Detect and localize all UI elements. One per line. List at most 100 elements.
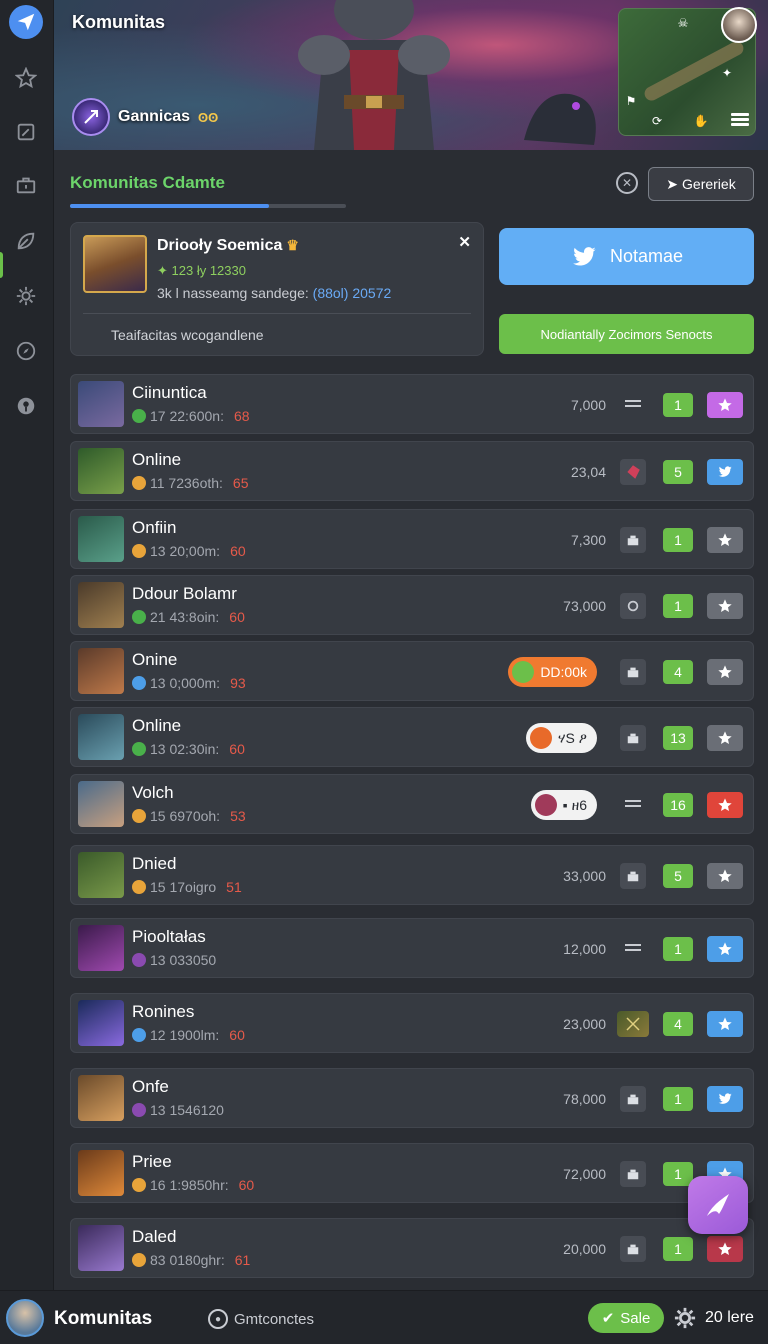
profile-sub-accent: (88оl) 20572 [312, 285, 392, 301]
star-icon[interactable] [9, 61, 43, 95]
guild-info[interactable]: Gannicas ʘʘ [72, 98, 218, 136]
chest-icon[interactable] [620, 725, 646, 751]
player-avatar[interactable] [721, 7, 757, 43]
member-portrait[interactable] [78, 1150, 124, 1196]
member-row[interactable]: Ronines 12 1900lm: 60 23,000 4 [70, 993, 754, 1053]
member-tag-pill[interactable]: DD:00k [508, 657, 597, 687]
ring-icon[interactable] [620, 593, 646, 619]
sale-button[interactable]: ✔ Sale [588, 1303, 664, 1333]
member-row[interactable]: Daled 83 0180ghr: 61 20,000 1 [70, 1218, 754, 1278]
member-row[interactable]: Volch 15 6970oh: 53 ▪ ዘ6 16 [70, 774, 754, 834]
member-count-badge[interactable]: 1 [663, 937, 693, 961]
member-count-badge[interactable]: 16 [663, 793, 693, 817]
compass-icon[interactable] [9, 334, 43, 368]
member-row[interactable]: Ddour Bolamr 21 43:8oin: 60 73,000 1 [70, 575, 754, 635]
member-portrait[interactable] [78, 448, 124, 494]
send-icon[interactable] [9, 5, 43, 39]
member-portrait[interactable] [78, 1075, 124, 1121]
edit-icon[interactable] [9, 115, 43, 149]
bird-icon [717, 1091, 733, 1107]
favorite-button[interactable] [707, 936, 743, 962]
member-portrait[interactable] [78, 648, 124, 694]
member-portrait[interactable] [78, 925, 124, 971]
pill-label: ▪ ዘ6 [562, 796, 587, 813]
favorite-button[interactable] [707, 392, 743, 418]
member-meta: 83 0180ghr: 61 [132, 1252, 250, 1268]
favorite-button[interactable] [707, 1236, 743, 1262]
contacts-link[interactable]: ● Gmtconctes [208, 1309, 314, 1329]
favorite-button[interactable] [707, 1011, 743, 1037]
profile-footer: Teaifacitas wcogandlene [111, 327, 264, 343]
member-row[interactable]: Priee 16 1:9850hr: 60 72,000 1 [70, 1143, 754, 1203]
member-row[interactable]: Onfe 13 1546120 78,000 1 [70, 1068, 754, 1128]
member-portrait[interactable] [78, 516, 124, 562]
share-twitter-button[interactable] [707, 459, 743, 485]
chest-icon[interactable] [620, 1236, 646, 1262]
member-row[interactable]: Onine 13 0;000m: 93 DD:00k 4 [70, 641, 754, 701]
menu-icon[interactable] [620, 392, 646, 418]
bottom-count: 20 lere [705, 1309, 754, 1326]
member-row[interactable]: Dnied 15 17oigro 51 33,000 5 [70, 845, 754, 905]
shard-icon[interactable] [617, 1011, 649, 1037]
member-row[interactable]: Ciinuntica 17 22:600n: 68 7,000 1 [70, 374, 754, 434]
member-row[interactable]: Online 11 7236oth: 65 23,04 5 [70, 441, 754, 501]
favorite-button[interactable] [707, 725, 743, 751]
member-tag-pill[interactable]: ሃS ዖ [526, 723, 597, 753]
gear-icon[interactable] [674, 1307, 696, 1329]
member-count-badge[interactable]: 1 [663, 1237, 693, 1261]
gem-icon[interactable] [620, 459, 646, 485]
chest-icon[interactable] [620, 1086, 646, 1112]
member-count-badge[interactable]: 13 [663, 726, 693, 750]
favorite-button[interactable] [707, 659, 743, 685]
refresh-icon[interactable]: ⟳ [649, 113, 665, 129]
hand-icon[interactable]: ✋ [693, 113, 709, 129]
profile-portrait[interactable] [83, 235, 147, 293]
member-count-badge[interactable]: 1 [663, 1087, 693, 1111]
member-row[interactable]: Online 13 02:30in: 60 ሃS ዖ 13 [70, 707, 754, 767]
member-count-badge[interactable]: 1 [663, 393, 693, 417]
menu-icon[interactable] [620, 792, 646, 818]
leaf-icon[interactable] [9, 224, 43, 258]
member-row[interactable]: Piooltałas 13 033050 12,000 1 [70, 918, 754, 978]
member-count-badge[interactable]: 5 [663, 460, 693, 484]
favorite-button[interactable] [707, 863, 743, 889]
briefcase-icon[interactable] [9, 168, 43, 202]
pin-icon[interactable] [9, 389, 43, 423]
member-row[interactable]: Onfiin 13 20;00m: 60 7,300 1 [70, 509, 754, 569]
member-portrait[interactable] [78, 1000, 124, 1046]
member-count-badge[interactable]: 5 [663, 864, 693, 888]
menu-icon[interactable] [620, 936, 646, 962]
member-portrait[interactable] [78, 381, 124, 427]
green-action-button[interactable]: Nodiantally Zocimors Senocts [499, 314, 754, 354]
share-twitter-button[interactable] [707, 1086, 743, 1112]
filter-icon[interactable]: ✕ [616, 172, 638, 194]
member-count-badge[interactable]: 4 [663, 1012, 693, 1036]
chest-icon[interactable] [620, 659, 646, 685]
menu-icon[interactable] [731, 113, 749, 127]
chest-icon[interactable] [620, 863, 646, 889]
star-icon [717, 730, 733, 746]
favorite-button[interactable] [707, 527, 743, 553]
minimap[interactable]: ☠ ⚑ ⟳ ✋ ✦ [618, 7, 757, 136]
close-icon[interactable]: ✕ [458, 233, 471, 251]
chest-icon[interactable] [620, 1161, 646, 1187]
chest-icon[interactable] [620, 527, 646, 553]
member-count-badge[interactable]: 1 [663, 1162, 693, 1186]
member-portrait[interactable] [78, 582, 124, 628]
twitter-button[interactable]: Notamae [499, 228, 754, 285]
member-tag-pill[interactable]: ▪ ዘ6 [530, 790, 597, 820]
member-portrait[interactable] [78, 852, 124, 898]
coin-icon [132, 610, 146, 624]
gear-icon[interactable] [9, 279, 43, 313]
member-portrait[interactable] [78, 781, 124, 827]
member-count-badge[interactable]: 1 [663, 528, 693, 552]
fab-button[interactable] [688, 1176, 748, 1234]
member-portrait[interactable] [78, 714, 124, 760]
member-count-badge[interactable]: 4 [663, 660, 693, 684]
user-avatar[interactable] [6, 1299, 44, 1337]
favorite-button[interactable] [707, 593, 743, 619]
member-portrait[interactable] [78, 1225, 124, 1271]
favorite-button[interactable] [707, 792, 743, 818]
member-count-badge[interactable]: 1 [663, 594, 693, 618]
generic-button[interactable]: ➤ Gereriek [648, 167, 754, 201]
